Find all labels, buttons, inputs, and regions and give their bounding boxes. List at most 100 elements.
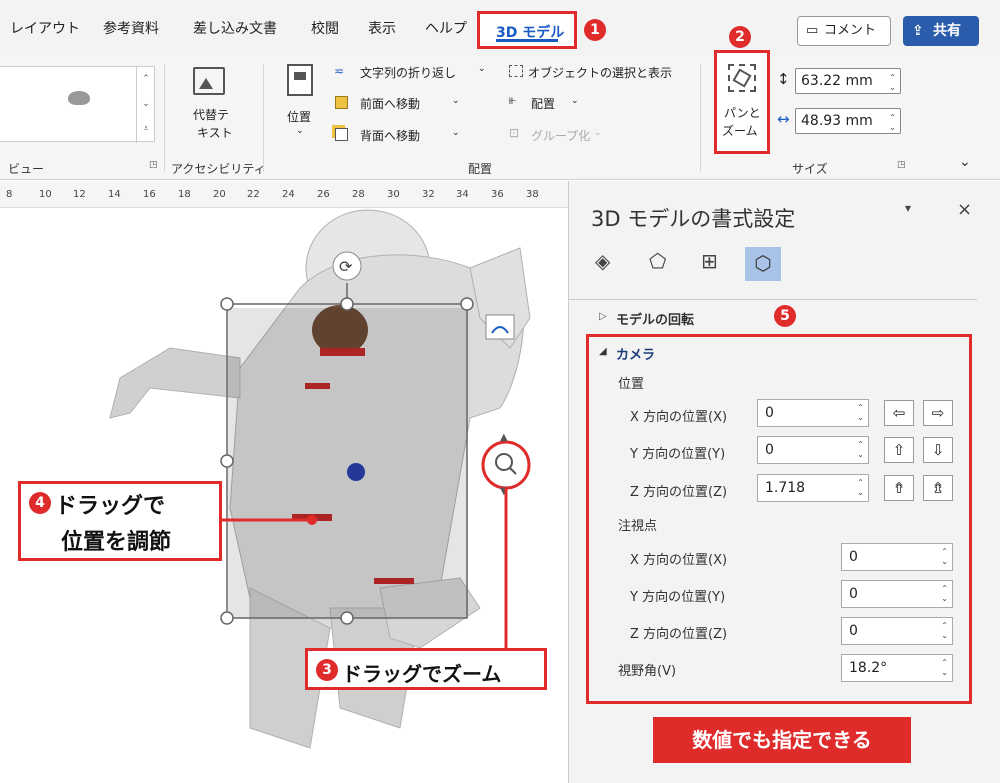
width-spinner-icon[interactable]: ⌃ ⌄ xyxy=(889,113,896,133)
pan-zoom-label-1[interactable]: パンと xyxy=(724,104,761,121)
pane-divider xyxy=(569,299,977,300)
camera-highlight xyxy=(586,334,972,704)
step-badge-1: 1 xyxy=(584,19,606,41)
zoom-handle-icon[interactable] xyxy=(482,441,530,489)
step-badge-3: 3 xyxy=(316,659,338,681)
numeric-input-banner: 数値でも指定できる xyxy=(653,717,911,763)
ruler-tick: 38 xyxy=(526,189,539,200)
size-group-label: サイズ xyxy=(792,162,828,176)
ruler-tick: 24 xyxy=(282,189,295,200)
pane-options-chevron-icon[interactable]: ▾ xyxy=(905,201,911,215)
tab-view[interactable]: 表示 xyxy=(368,18,396,38)
ruler-tick: 12 xyxy=(73,189,86,200)
chevron-down-icon: ⌄ xyxy=(478,64,486,74)
effects-icon[interactable]: ⬠ xyxy=(649,249,666,273)
ruler-tick: 22 xyxy=(247,189,260,200)
tab-3d-model[interactable]: 3D モデル xyxy=(477,11,577,49)
group-button[interactable]: グループ化 xyxy=(531,127,590,144)
tab-references[interactable]: 参考資料 xyxy=(103,18,159,38)
tab-help[interactable]: ヘルプ xyxy=(425,18,467,38)
align-icon[interactable]: ⫦ xyxy=(509,93,516,108)
height-spinner-icon[interactable]: ⌃ ⌄ xyxy=(889,73,896,93)
comment-icon: ▭ xyxy=(806,23,819,38)
callout-drag-position: 4 ドラッグで 位置を調節 xyxy=(18,481,222,561)
callout-drag-zoom: 3 ドラッグでズーム xyxy=(305,648,547,690)
ruler-tick: 18 xyxy=(178,189,191,200)
height-value: 63.22 mm xyxy=(801,73,873,89)
tab-layout[interactable]: レイアウト xyxy=(10,18,80,38)
expand-right-icon[interactable]: ▷ xyxy=(599,311,607,322)
fill-line-icon[interactable]: ◈ xyxy=(595,249,610,273)
send-backward-button[interactable]: 背面へ移動 xyxy=(360,127,420,144)
tab-mailings[interactable]: 差し込み文書 xyxy=(193,18,277,38)
step-badge-5: 5 xyxy=(774,305,796,327)
group-icon: ⊡ xyxy=(509,126,520,140)
ruler-tick: 30 xyxy=(387,189,400,200)
ruler-tick: 34 xyxy=(456,189,469,200)
bring-forward-icon[interactable] xyxy=(335,96,348,109)
alt-text-icon[interactable] xyxy=(193,67,225,95)
ruler-tick: 20 xyxy=(213,189,226,200)
share-icon: ⇪ xyxy=(912,23,924,39)
chevron-down-icon: ⌄ xyxy=(571,96,579,106)
step-badge-2: 2 xyxy=(729,26,751,48)
group-divider xyxy=(263,64,264,172)
callout-text: ドラッグでズーム xyxy=(342,662,502,686)
selection-pane-button[interactable]: オブジェクトの選択と表示 xyxy=(528,64,672,81)
wrap-text-button[interactable]: 文字列の折り返し xyxy=(360,64,456,81)
model-rotation-section[interactable]: モデルの回転 xyxy=(616,309,694,328)
3d-views-gallery[interactable]: ⌃ ⌄ ⩡ xyxy=(0,66,155,143)
ruler-tick: 36 xyxy=(491,189,504,200)
layout-options-icon[interactable] xyxy=(476,312,516,342)
collapse-ribbon-icon[interactable]: ⌄ xyxy=(959,154,971,170)
close-icon[interactable]: × xyxy=(957,199,972,220)
dialog-launcher-icon[interactable]: ◳ xyxy=(149,160,158,170)
model-view-thumbnail-icon xyxy=(68,91,90,105)
gallery-scroll-icon[interactable]: ⌃ ⌄ ⩡ xyxy=(136,67,155,143)
chevron-down-icon: ⌄ xyxy=(452,128,460,138)
comment-label: コメント xyxy=(824,23,877,38)
bring-forward-button[interactable]: 前面へ移動 xyxy=(360,95,420,112)
dialog-launcher-icon[interactable]: ◳ xyxy=(897,160,906,170)
rotate-handle-icon[interactable] xyxy=(332,252,362,282)
ruler-tick: 28 xyxy=(352,189,365,200)
ruler-tick: 32 xyxy=(422,189,435,200)
width-icon: ↔ xyxy=(777,110,790,128)
tab-review[interactable]: 校閲 xyxy=(311,18,339,38)
send-backward-icon[interactable] xyxy=(335,128,348,141)
views-group-label: ビュー xyxy=(8,162,45,176)
pan-zoom-label-2[interactable]: ズーム xyxy=(722,122,758,139)
step-badge-4: 4 xyxy=(29,492,51,514)
ribbon: ⌃ ⌄ ⩡ ビュー ◳ 代替テ キスト アクセシビリティ 位置 ⌄ ≂ 文字列の折り… xyxy=(0,26,1000,180)
chevron-down-icon: ⌄ xyxy=(594,128,602,138)
size-properties-icon[interactable]: ⊞ xyxy=(701,249,718,273)
document-canvas[interactable]: ⟳ ▲ ▼ 4 ドラッグで 位置を調節 3 ドラッグでズーム xyxy=(0,208,568,783)
ruler-tick: 8 xyxy=(6,189,13,200)
width-input[interactable]: 48.93 mm ⌃ ⌄ xyxy=(795,108,901,134)
alt-text-label-2: キスト xyxy=(197,126,233,140)
align-button[interactable]: 配置 xyxy=(531,95,555,112)
comment-button[interactable]: ▭ コメント xyxy=(797,16,891,46)
accessibility-group-label: アクセシビリティ xyxy=(171,162,266,176)
height-input[interactable]: 63.22 mm ⌃ ⌄ xyxy=(795,68,901,94)
pan-zoom-icon[interactable] xyxy=(728,64,756,92)
chevron-down-icon: ⌄ xyxy=(296,126,304,136)
callout-text: ドラッグで xyxy=(55,494,166,519)
ruler-tick: 26 xyxy=(317,189,330,200)
group-divider xyxy=(700,64,701,172)
width-value: 48.93 mm xyxy=(801,113,873,129)
chevron-down-icon: ⌄ xyxy=(452,96,460,106)
share-button[interactable]: ⇪ 共有 xyxy=(903,16,979,46)
pane-title: 3D モデルの書式設定 xyxy=(591,207,796,231)
3d-model-icon[interactable]: ⬡ xyxy=(745,247,781,281)
ribbon-tab-bar: レイアウト 参考資料 差し込み文書 校閲 表示 ヘルプ 3D モデル 1 ▭ コ… xyxy=(0,0,1000,56)
position-label[interactable]: 位置 xyxy=(287,108,311,125)
alt-text-label-1: 代替テ xyxy=(193,108,230,122)
wrap-text-icon[interactable]: ≂ xyxy=(334,64,344,78)
position-icon[interactable] xyxy=(287,64,313,96)
selection-pane-icon[interactable] xyxy=(509,65,523,77)
callout-text: 位置を調節 xyxy=(61,530,172,555)
horizontal-ruler: 8 10 12 14 16 18 20 22 24 26 28 30 32 34… xyxy=(0,181,568,208)
arrange-group-label: 配置 xyxy=(468,162,493,176)
share-label: 共有 xyxy=(933,23,961,39)
